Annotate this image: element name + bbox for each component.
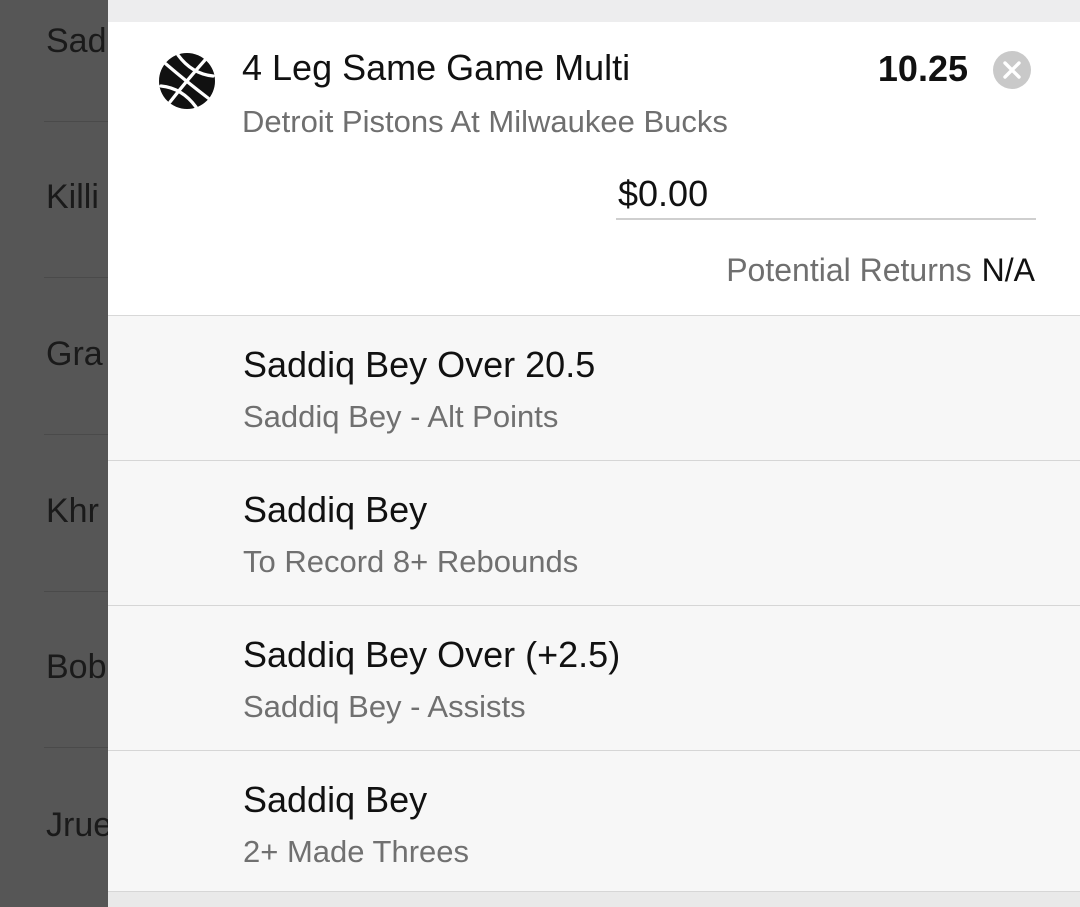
bet-leg: Saddiq Bey 2+ Made Threes	[108, 751, 1080, 892]
leg-market: 2+ Made Threes	[243, 834, 470, 869]
remove-bet-button[interactable]	[993, 51, 1031, 89]
panel-top-strip	[108, 0, 1080, 22]
divider	[44, 434, 108, 435]
divider	[44, 121, 108, 122]
potential-returns: Potential Returns N/A	[726, 252, 1035, 289]
close-icon	[1003, 61, 1021, 79]
potential-returns-label: Potential Returns	[726, 252, 972, 288]
event-name: Detroit Pistons At Milwaukee Bucks	[242, 104, 728, 139]
basketball-icon	[158, 52, 216, 110]
multi-bet-card: 4 Leg Same Game Multi 10.25 Detroit Pist…	[108, 22, 1080, 316]
divider	[44, 591, 108, 592]
leg-title: Saddiq Bey	[243, 489, 428, 530]
bet-leg: Saddiq Bey To Record 8+ Rebounds	[108, 461, 1080, 607]
leg-title: Saddiq Bey Over 20.5	[243, 344, 596, 385]
bet-title: 4 Leg Same Game Multi	[242, 47, 631, 88]
leg-market: To Record 8+ Rebounds	[243, 544, 579, 579]
leg-title: Saddiq Bey	[243, 779, 428, 820]
bet-slip-panel: 4 Leg Same Game Multi 10.25 Detroit Pist…	[108, 0, 1080, 907]
divider	[44, 277, 108, 278]
leg-market: Saddiq Bey - Alt Points	[243, 399, 559, 434]
bet-odds: 10.25	[877, 48, 968, 89]
divider	[44, 747, 108, 748]
bet-leg: Saddiq Bey Over 20.5 Saddiq Bey - Alt Po…	[108, 316, 1080, 462]
stake-input[interactable]	[616, 170, 1036, 220]
panel-bottom-strip	[108, 892, 1080, 907]
leg-market: Saddiq Bey - Assists	[243, 689, 526, 724]
potential-returns-value: N/A	[981, 252, 1035, 288]
leg-title: Saddiq Bey Over (+2.5)	[243, 634, 621, 675]
background-list: Sad Killi Gra Khr Bob Jrue	[0, 0, 112, 907]
bet-leg: Saddiq Bey Over (+2.5) Saddiq Bey - Assi…	[108, 606, 1080, 752]
